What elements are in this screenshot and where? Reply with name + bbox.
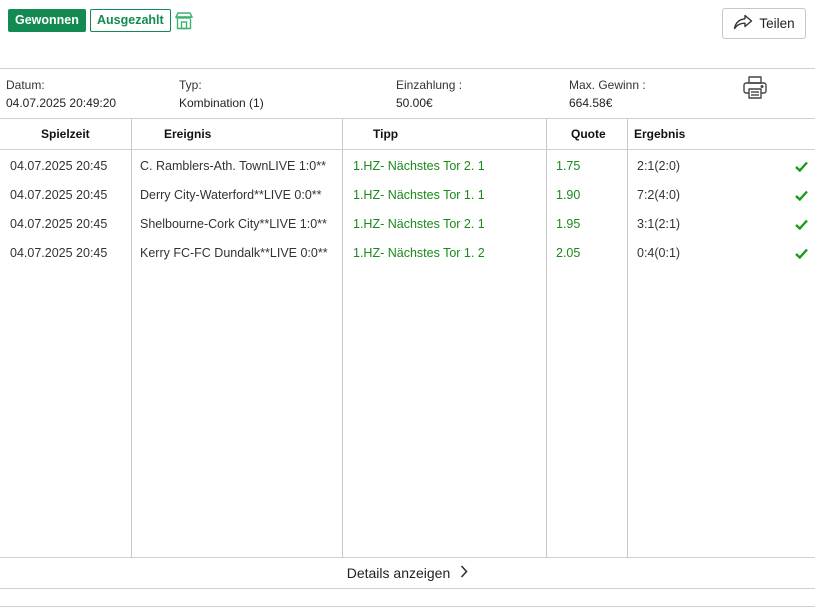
row-result: 0:4(0:1) — [637, 246, 681, 260]
meta-maxwin-label: Max. Gewinn : — [569, 78, 646, 92]
header-tipp: Tipp — [373, 127, 399, 141]
row-event: Shelbourne-Cork City**LIVE 1:0** — [140, 217, 327, 231]
row-time: 04.07.2025 20:45 — [10, 217, 108, 231]
footer-divider — [0, 606, 815, 607]
row-result: 3:1(2:1) — [637, 217, 681, 231]
won-check-icon — [795, 181, 808, 212]
row-time: 04.07.2025 20:45 — [10, 246, 108, 260]
row-tipp: 1.HZ- Nächstes Tor 1. 1 — [353, 188, 485, 202]
meta-type-label: Typ: — [179, 78, 202, 92]
table-row: 04.07.2025 20:45 Kerry FC-FC Dundalk**LI… — [0, 239, 815, 268]
meta-deposit-value: 50.00€ — [396, 96, 433, 110]
meta-type: Typ: Kombination (1) — [179, 78, 264, 111]
row-result: 2:1(2:0) — [637, 159, 681, 173]
won-check-icon — [795, 239, 808, 270]
chevron-right-icon — [460, 565, 468, 581]
row-event: C. Ramblers-Ath. TownLIVE 1:0** — [140, 159, 326, 173]
selections-table: Spielzeit Ereignis Tipp Quote Ergebnis 0… — [0, 118, 815, 558]
status-badge-won: Gewonnen — [8, 9, 86, 32]
row-event: Kerry FC-FC Dundalk**LIVE 0:0** — [140, 246, 328, 260]
printer-icon[interactable] — [741, 75, 769, 101]
meta-date: Datum: 04.07.2025 20:49:20 — [6, 78, 116, 111]
row-quote: 2.05 — [556, 246, 581, 260]
row-tipp: 1.HZ- Nächstes Tor 1. 2 — [353, 246, 485, 260]
meta-maxwin-value: 664.58€ — [569, 96, 613, 110]
meta-deposit-label: Einzahlung : — [396, 78, 463, 92]
meta-date-value: 04.07.2025 20:49:20 — [6, 96, 117, 110]
row-quote: 1.90 — [556, 188, 581, 202]
row-tipp: 1.HZ- Nächstes Tor 2. 1 — [353, 159, 485, 173]
header-result: Ergebnis — [634, 127, 686, 141]
meta-deposit: Einzahlung : 50.00€ — [396, 78, 462, 111]
share-button-label: Teilen — [759, 16, 795, 31]
share-button[interactable]: Teilen — [722, 8, 806, 39]
table-row: 04.07.2025 20:45 Shelbourne-Cork City**L… — [0, 210, 815, 239]
details-toggle[interactable]: Details anzeigen — [0, 558, 815, 589]
shop-icon — [174, 11, 194, 31]
row-quote: 1.95 — [556, 217, 581, 231]
table-row: 04.07.2025 20:45 C. Ramblers-Ath. TownLI… — [0, 152, 815, 181]
row-result: 7:2(4:0) — [637, 188, 681, 202]
table-row: 04.07.2025 20:45 Derry City-Waterford**L… — [0, 181, 815, 210]
table-header: Spielzeit Ereignis Tipp Quote Ergebnis — [0, 119, 815, 150]
status-badge-paid: Ausgezahlt — [90, 9, 171, 32]
row-quote: 1.75 — [556, 159, 581, 173]
meta-maxwin: Max. Gewinn : 664.58€ — [569, 78, 646, 111]
row-time: 04.07.2025 20:45 — [10, 159, 108, 173]
won-check-icon — [795, 152, 808, 183]
row-tipp: 1.HZ- Nächstes Tor 2. 1 — [353, 217, 485, 231]
header-time: Spielzeit — [41, 127, 90, 141]
ticket-meta: Datum: 04.07.2025 20:49:20 Typ: Kombinat… — [0, 68, 815, 118]
meta-date-label: Datum: — [6, 78, 45, 92]
header-quote: Quote — [571, 127, 606, 141]
meta-type-value: Kombination (1) — [179, 96, 264, 110]
details-label: Details anzeigen — [346, 565, 451, 581]
row-time: 04.07.2025 20:45 — [10, 188, 108, 202]
share-arrow-icon — [733, 14, 753, 33]
won-check-icon — [795, 210, 808, 241]
row-event: Derry City-Waterford**LIVE 0:0** — [140, 188, 322, 202]
header-event: Ereignis — [164, 127, 212, 141]
ticket-header: Gewonnen Ausgezahlt Teilen — [0, 0, 815, 68]
